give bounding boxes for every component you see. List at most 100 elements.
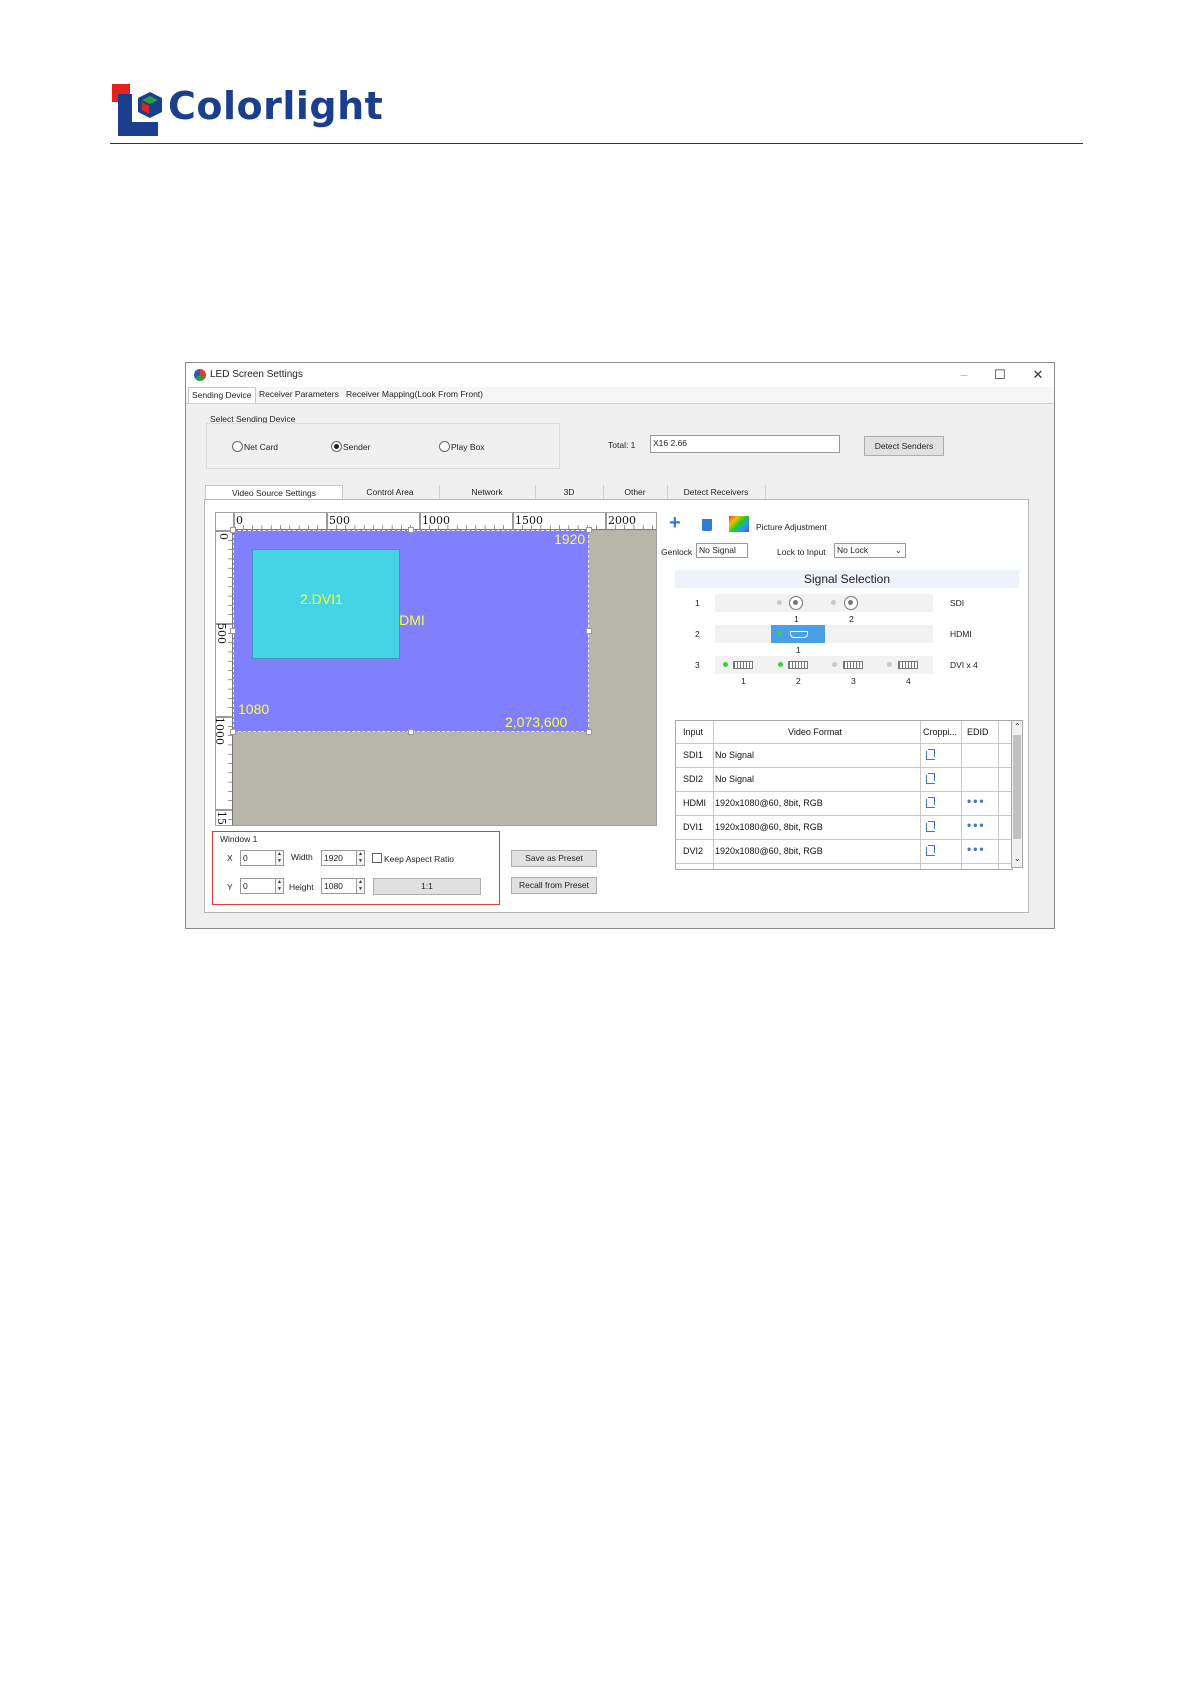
resize-handle[interactable] xyxy=(586,729,592,735)
table-row[interactable]: DVI1 1920x1080@60, 8bit, RGB ••• xyxy=(676,816,1012,839)
crop-icon[interactable] xyxy=(926,797,935,808)
cell-input: HDMI xyxy=(683,798,706,808)
window-title: LED Screen Settings xyxy=(210,369,303,380)
port-number: 3 xyxy=(851,676,856,686)
picture-adjustment-label[interactable]: Picture Adjustment xyxy=(756,522,827,532)
width-stepper[interactable]: ▲ ▼ xyxy=(356,850,365,866)
table-row[interactable]: SDI1 No Signal xyxy=(676,744,1012,767)
lock-to-input-select[interactable]: No Lock ⌄ xyxy=(834,543,906,558)
tab-control-area[interactable]: Control Area xyxy=(341,485,440,499)
ruler-h-label: 1000 xyxy=(422,514,450,527)
edid-more-icon[interactable]: ••• xyxy=(967,818,986,832)
ruler-h-label: 2000 xyxy=(608,514,636,527)
app-icon xyxy=(194,369,206,381)
maximize-icon[interactable]: ☐ xyxy=(992,367,1008,383)
tab-network[interactable]: Network xyxy=(439,485,536,499)
scroll-thumb[interactable] xyxy=(1013,735,1021,839)
ratio-1-1-button[interactable]: 1:1 xyxy=(373,878,481,895)
resize-handle[interactable] xyxy=(230,729,236,735)
keep-aspect-ratio-checkbox[interactable] xyxy=(372,853,382,863)
x-input[interactable]: 0 xyxy=(240,850,276,866)
y-stepper[interactable]: ▲ ▼ xyxy=(275,878,284,894)
scroll-up-icon[interactable]: ⌃ xyxy=(1014,722,1021,731)
header-cropping[interactable]: Croppi... xyxy=(923,721,957,743)
table-row[interactable]: HDMI 1920x1080@60, 8bit, RGB ••• xyxy=(676,792,1012,815)
resize-handle[interactable] xyxy=(230,628,236,634)
header-edid[interactable]: EDID xyxy=(967,721,989,743)
inputs-table: Input Video Format Croppi... EDID SDI1 N… xyxy=(675,720,1013,870)
tab-detect-receivers[interactable]: Detect Receivers xyxy=(667,485,766,499)
resize-handle[interactable] xyxy=(586,628,592,634)
genlock-field[interactable]: No Signal xyxy=(696,543,748,558)
plus-icon[interactable]: + xyxy=(669,512,681,535)
picture-adjustment-icon[interactable] xyxy=(729,516,749,532)
y-label: Y xyxy=(227,882,233,892)
header-video-format[interactable]: Video Format xyxy=(788,721,842,743)
crop-icon[interactable] xyxy=(926,773,935,784)
table-row[interactable]: SDI2 No Signal xyxy=(676,768,1012,791)
signal-row-index: 1 xyxy=(695,598,700,608)
crop-icon[interactable] xyxy=(926,845,935,856)
resize-handle[interactable] xyxy=(586,527,592,533)
dvi-port-4-icon[interactable] xyxy=(898,661,918,669)
led-screen-settings-window: LED Screen Settings – ☐ ✕ Sending Device… xyxy=(185,362,1055,929)
edid-more-icon[interactable]: ••• xyxy=(967,794,986,808)
table-row[interactable]: DVI2 1920x1080@60, 8bit, RGB ••• xyxy=(676,840,1012,863)
status-dot xyxy=(723,662,728,667)
detect-senders-button[interactable]: Detect Senders xyxy=(864,436,944,456)
width-input[interactable]: 1920 xyxy=(321,850,357,866)
header-input[interactable]: Input xyxy=(683,721,703,743)
sdi-port-1-icon[interactable] xyxy=(789,596,803,610)
port-number: 1 xyxy=(794,614,799,624)
signal-type-sdi: SDI xyxy=(950,598,965,608)
tab-receiver-parameters[interactable]: Receiver Parameters xyxy=(256,387,342,402)
trash-icon[interactable] xyxy=(702,519,712,531)
minimize-icon[interactable]: – xyxy=(956,367,972,383)
x-stepper[interactable]: ▲ ▼ xyxy=(275,850,284,866)
lock-to-input-label: Lock to Input xyxy=(777,547,826,557)
radio-sender[interactable] xyxy=(331,441,342,452)
recall-from-preset-button[interactable]: Recall from Preset xyxy=(511,877,597,894)
edid-more-icon[interactable]: ••• xyxy=(967,842,986,856)
radio-net-card[interactable] xyxy=(232,441,243,452)
dvi1-window-label: 2.DVI1 xyxy=(300,591,343,607)
main-tab-bar: Sending Device Receiver Parameters Recei… xyxy=(186,387,1054,404)
sdi-port-2-icon[interactable] xyxy=(844,596,858,610)
save-as-preset-button[interactable]: Save as Preset xyxy=(511,850,597,867)
table-scrollbar[interactable]: ⌃ ⌄ xyxy=(1011,720,1023,868)
resize-handle[interactable] xyxy=(408,527,414,533)
height-input[interactable]: 1080 xyxy=(321,878,357,894)
window-1-settings: Window 1 X 0 ▲ ▼ Width 1920 ▲ ▼ Keep Aspec… xyxy=(212,831,500,905)
tab-other[interactable]: Other xyxy=(603,485,668,499)
tab-video-source-settings[interactable]: Video Source Settings xyxy=(205,485,343,500)
total-label: Total: 1 xyxy=(608,440,636,450)
video-layout-canvas[interactable]: 0 500 1000 1500 2000 0 500 1000 15 HDMI … xyxy=(215,512,657,826)
resize-handle[interactable] xyxy=(230,527,236,533)
dvi-port-3-icon[interactable] xyxy=(843,661,863,669)
sender-device-field[interactable]: X16 2.66 xyxy=(650,435,840,453)
window-height-label: 1080 xyxy=(238,701,270,717)
hdmi-port-icon[interactable] xyxy=(790,631,808,638)
close-icon[interactable]: ✕ xyxy=(1030,367,1046,383)
port-number: 4 xyxy=(906,676,911,686)
radio-play-box[interactable] xyxy=(439,441,450,452)
dvi-port-1-icon[interactable] xyxy=(733,661,753,669)
height-stepper[interactable]: ▲ ▼ xyxy=(356,878,365,894)
ruler-v-label: 500 xyxy=(215,623,228,644)
lock-to-input-value: No Lock xyxy=(837,545,869,555)
tab-receiver-mapping[interactable]: Receiver Mapping(Look From Front) xyxy=(343,387,486,402)
tab-3d[interactable]: 3D xyxy=(535,485,604,499)
scroll-down-icon[interactable]: ⌄ xyxy=(1014,854,1021,863)
crop-icon[interactable] xyxy=(926,749,935,760)
port-number: 2 xyxy=(849,614,854,624)
signal-row-index: 3 xyxy=(695,660,700,670)
y-input[interactable]: 0 xyxy=(240,878,276,894)
crop-icon[interactable] xyxy=(926,821,935,832)
dvi-port-2-icon[interactable] xyxy=(788,661,808,669)
dvi1-window[interactable]: 2.DVI1 xyxy=(252,549,400,659)
header-divider xyxy=(110,143,1083,144)
tab-sending-device[interactable]: Sending Device xyxy=(188,387,256,403)
resize-handle[interactable] xyxy=(408,729,414,735)
x-label: X xyxy=(227,853,233,863)
horizontal-ruler: 0 500 1000 1500 2000 xyxy=(232,513,656,530)
